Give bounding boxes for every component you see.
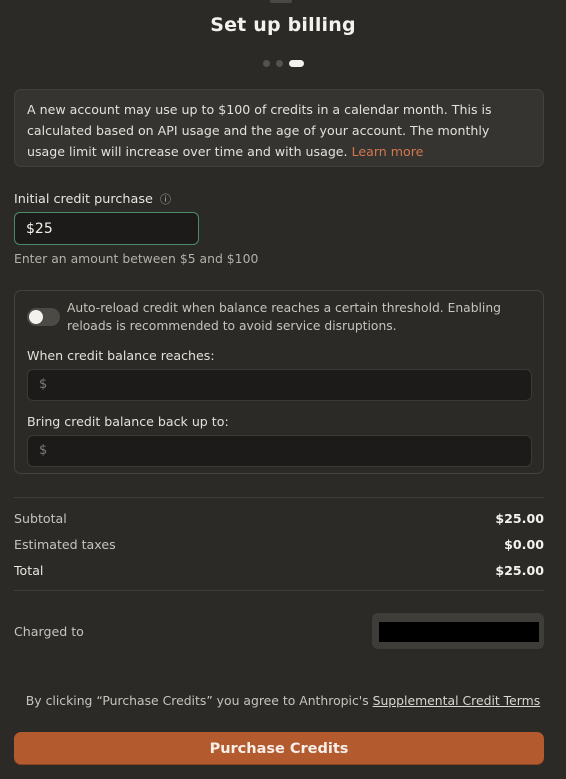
taxes-value: $0.00: [504, 537, 544, 552]
subtotal-row: Subtotal $25.00: [14, 511, 544, 526]
charged-to-label: Charged to: [14, 624, 84, 639]
drag-handle: [270, 0, 292, 3]
info-circle-icon[interactable]: ⓘ: [160, 191, 171, 207]
total-row: Total $25.00: [14, 563, 544, 578]
total-label: Total: [14, 563, 44, 578]
total-value: $25.00: [495, 563, 544, 578]
billing-dialog: Set up billing A new account may use up …: [0, 0, 566, 779]
divider-top: [14, 497, 544, 498]
payment-method-select[interactable]: [372, 613, 544, 649]
threshold-label: When credit balance reaches:: [27, 348, 215, 363]
learn-more-link[interactable]: Learn more: [352, 144, 424, 159]
auto-reload-description: Auto-reload credit when balance reaches …: [67, 301, 501, 333]
step-dot-1: [262, 60, 270, 67]
subtotal-value: $25.00: [495, 511, 544, 526]
refill-dollar-prefix: $: [39, 443, 48, 458]
auto-reload-panel: Auto-reload credit when balance reaches …: [14, 290, 544, 474]
redacted-payment-method: [379, 622, 539, 642]
credit-purchase-label-text: Initial credit purchase: [14, 192, 153, 207]
purchase-credits-button[interactable]: Purchase Credits: [14, 732, 544, 765]
taxes-row: Estimated taxes $0.00: [14, 537, 544, 552]
dialog-title: Set up billing: [210, 14, 356, 36]
toggle-knob: [29, 310, 43, 324]
terms-notice: By clicking “Purchase Credits” you agree…: [0, 693, 566, 708]
refill-label: Bring credit balance back up to:: [27, 414, 229, 429]
threshold-dollar-prefix: $: [39, 377, 48, 392]
step-indicator: [0, 60, 566, 67]
auto-reload-toggle[interactable]: [27, 308, 60, 326]
terms-prefix: By clicking “Purchase Credits” you agree…: [25, 693, 373, 708]
threshold-field[interactable]: $: [27, 369, 532, 401]
refill-field[interactable]: $: [27, 435, 532, 467]
threshold-input[interactable]: [54, 370, 524, 400]
taxes-label: Estimated taxes: [14, 537, 116, 552]
credit-amount-hint: Enter an amount between $5 and $100: [14, 251, 259, 266]
step-dot-3-active: [288, 60, 304, 67]
credit-terms-link[interactable]: Supplemental Credit Terms: [373, 693, 541, 708]
step-dot-2: [275, 60, 283, 67]
subtotal-label: Subtotal: [14, 511, 67, 526]
credit-amount-input[interactable]: [14, 212, 199, 245]
credit-purchase-label: Initial credit purchase ⓘ: [14, 191, 171, 207]
refill-input[interactable]: [54, 436, 524, 466]
divider-bottom: [14, 590, 544, 591]
usage-limit-notice: A new account may use up to $100 of cred…: [14, 89, 544, 167]
